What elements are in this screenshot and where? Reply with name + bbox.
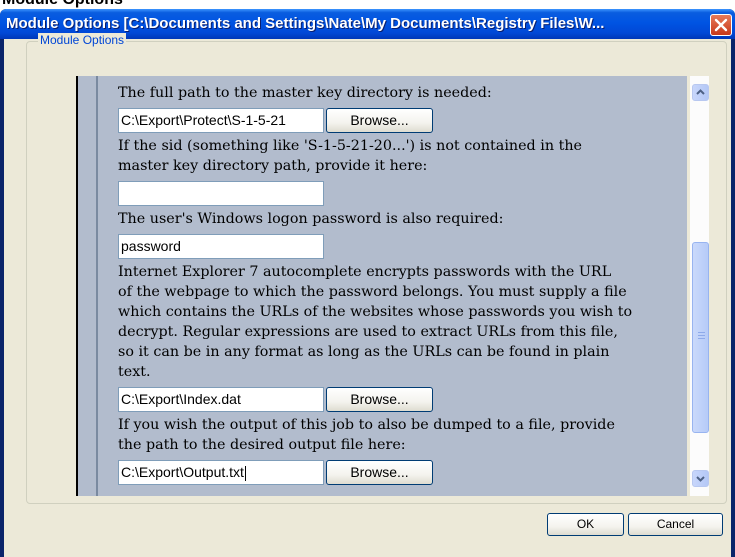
scroll-up-button[interactable]: [692, 84, 709, 101]
urls-file-browse-button[interactable]: Browse...: [326, 387, 433, 412]
urls-label-line3: which contains the URLs of the websites …: [118, 304, 633, 320]
thumb-grip: [698, 338, 705, 339]
master-key-label: The full path to the master key director…: [118, 85, 492, 101]
master-key-browse-button[interactable]: Browse...: [326, 108, 433, 133]
options-scroll-panel: The full path to the master key director…: [76, 76, 687, 496]
output-label-line1: If you wish the output of this job to al…: [118, 417, 615, 433]
output-file-value: C:\Export\Output.txt: [121, 464, 244, 480]
sid-input[interactable]: [118, 181, 324, 206]
master-key-path-input[interactable]: C:\Export\Protect\S-1-5-21: [118, 108, 324, 133]
urls-label-line2: of the webpage to which the password bel…: [118, 284, 627, 300]
chevron-up-icon: [696, 89, 705, 95]
urls-label-line1: Internet Explorer 7 autocomplete encrypt…: [118, 264, 612, 280]
urls-label-line5: so it can be in any format as long as th…: [118, 344, 610, 360]
chevron-down-icon: [696, 476, 705, 482]
background-window-title: Module Options: [0, 0, 735, 9]
thumb-grip: [698, 335, 705, 336]
output-file-browse-button[interactable]: Browse...: [326, 460, 433, 485]
close-button[interactable]: [710, 14, 732, 36]
scroll-thumb[interactable]: [692, 242, 709, 433]
window-title: Module Options [C:\Documents and Setting…: [6, 15, 605, 32]
sid-label-line1: If the sid (something like 'S-1-5-21-20.…: [118, 138, 582, 154]
group-label: Module Options: [38, 33, 127, 47]
panel-divider: [96, 76, 98, 496]
cancel-button[interactable]: Cancel: [628, 513, 723, 536]
sid-label-line2: master key directory path, provide it he…: [118, 158, 428, 174]
output-file-input[interactable]: C:\Export\Output.txt: [118, 460, 324, 485]
ok-button[interactable]: OK: [547, 513, 624, 536]
thumb-grip: [698, 332, 705, 333]
password-input[interactable]: password: [118, 234, 324, 259]
urls-file-input[interactable]: C:\Export\Index.dat: [118, 387, 324, 412]
output-label-line2: the path to the desired output file here…: [118, 437, 406, 453]
text-caret: [244, 465, 246, 481]
vertical-scrollbar[interactable]: [690, 76, 709, 496]
close-icon: [714, 18, 728, 32]
scroll-down-button[interactable]: [692, 470, 709, 487]
urls-label-line4: decrypt. Regular expressions are used to…: [118, 324, 618, 340]
urls-label-line6: text.: [118, 364, 151, 380]
password-label: The user's Windows logon password is als…: [118, 211, 504, 227]
